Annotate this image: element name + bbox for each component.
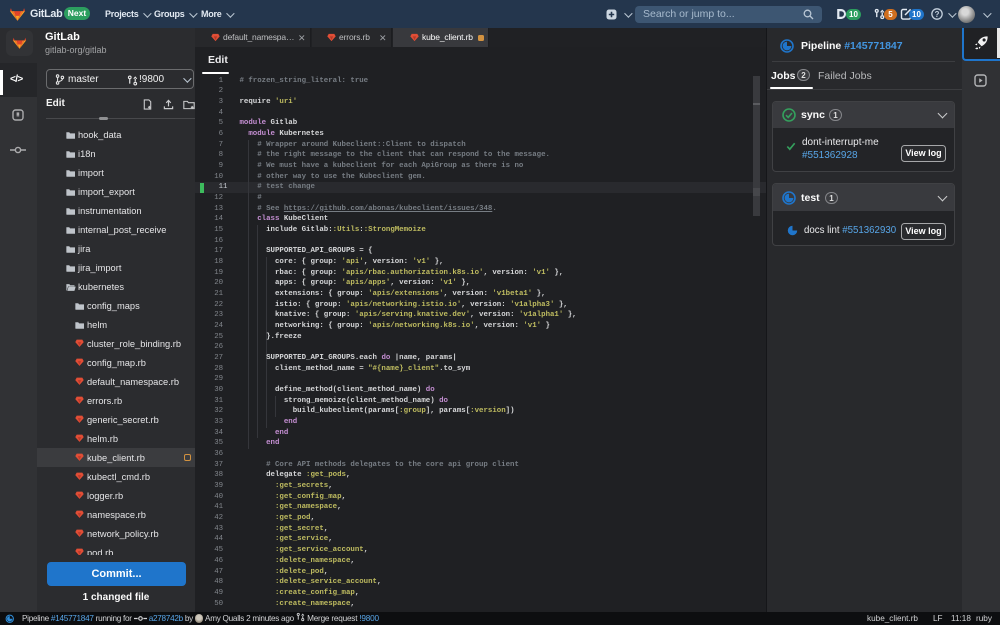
svg-text:?: ? — [935, 9, 940, 18]
